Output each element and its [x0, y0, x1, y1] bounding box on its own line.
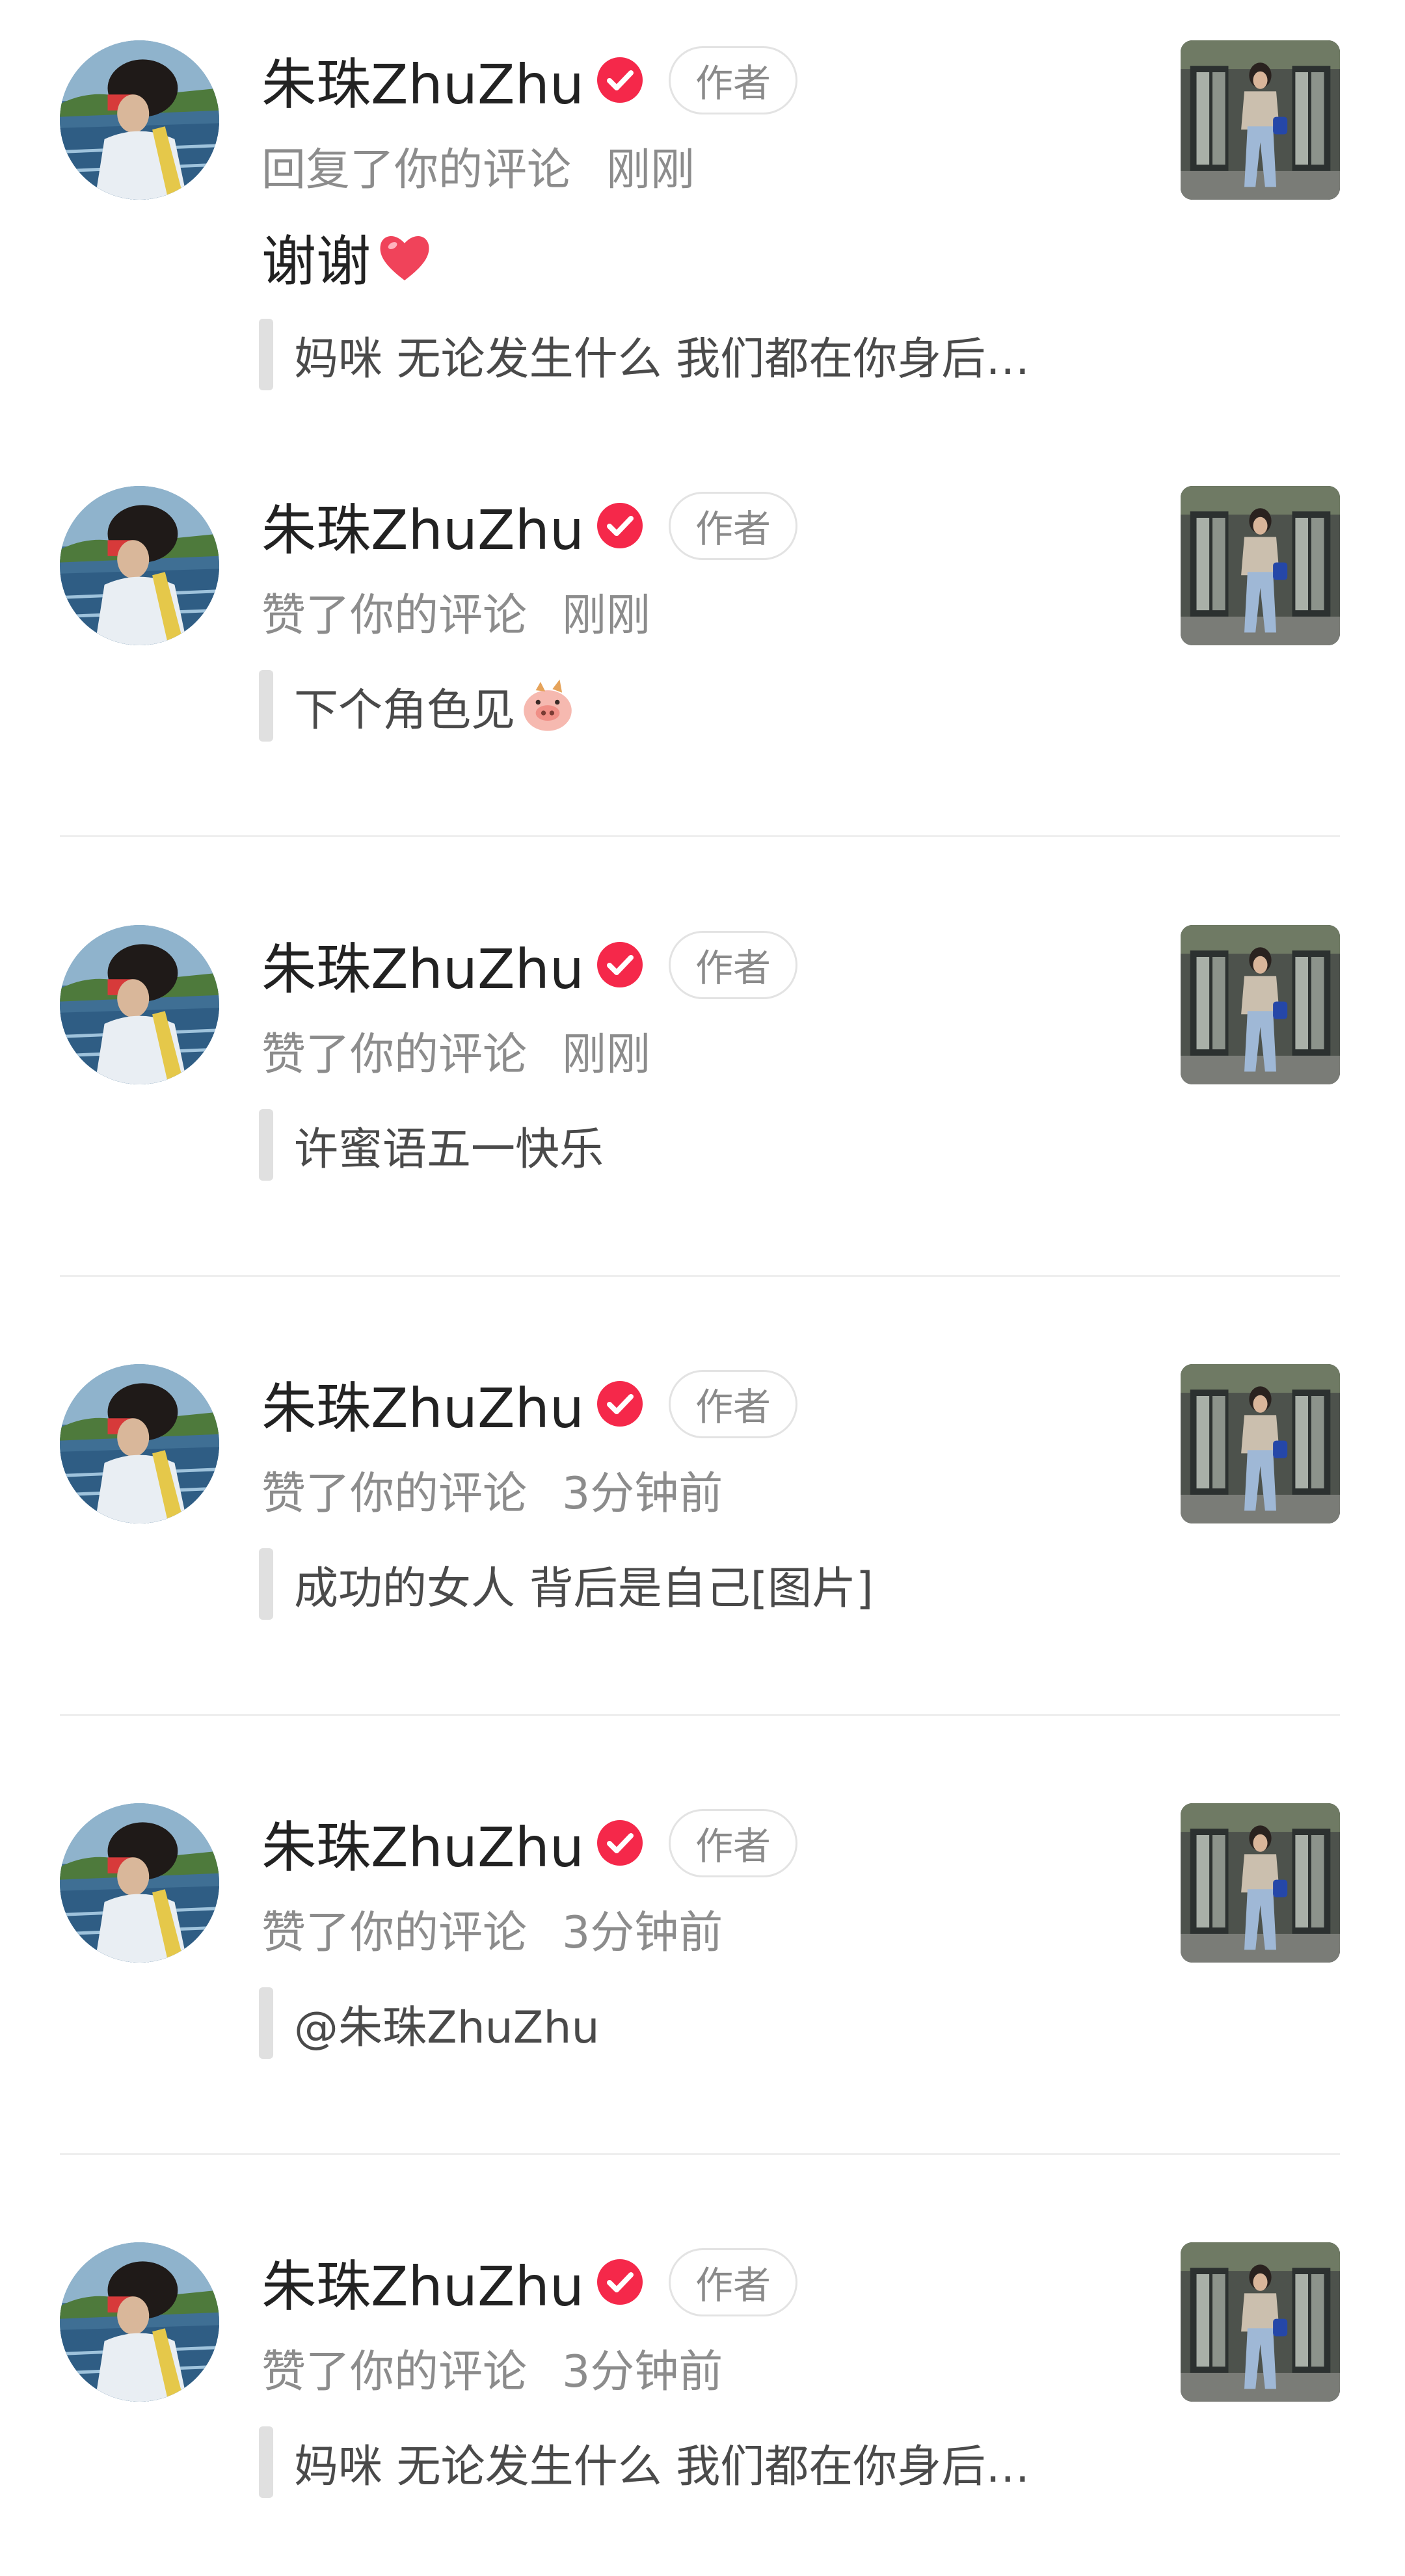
action-text: 赞了你的评论 [261, 2346, 528, 2398]
avatar[interactable] [60, 925, 219, 1084]
avatar[interactable] [60, 1364, 219, 1523]
post-thumbnail[interactable] [1181, 1803, 1340, 1963]
username[interactable]: 朱珠ZhuZhu [261, 1365, 584, 1443]
quote-bar [259, 1109, 273, 1181]
action-line: 赞了你的评论 3分钟前 [261, 1896, 723, 1961]
avatar[interactable] [60, 486, 219, 645]
action-text: 赞了你的评论 [261, 590, 528, 641]
verified-badge-icon [596, 2258, 644, 2306]
author-tag: 作者 [669, 491, 798, 560]
verified-badge-icon [596, 1819, 644, 1867]
timestamp: 3分钟前 [562, 2346, 723, 2398]
divider [60, 835, 1340, 837]
notification-item[interactable]: 朱珠ZhuZhu 作者 回复了你的评论 刚刚 谢谢 妈咪 无论发生什么 我们都在你… [0, 0, 1405, 429]
post-thumbnail[interactable] [1181, 40, 1340, 200]
quoted-comment[interactable]: 妈咪 无论发生什么 我们都在你身后… [259, 319, 1030, 390]
author-tag: 作者 [669, 930, 798, 999]
username[interactable]: 朱珠ZhuZhu [261, 926, 584, 1004]
username[interactable]: 朱珠ZhuZhu [261, 2243, 584, 2322]
notification-item[interactable]: 朱珠ZhuZhu 作者 赞了你的评论 3分钟前 成功的女人 背后是自己[图片] [0, 1324, 1405, 1753]
post-thumbnail[interactable] [1181, 486, 1340, 645]
username[interactable]: 朱珠ZhuZhu [261, 487, 584, 565]
action-line: 赞了你的评论 刚刚 [261, 579, 650, 643]
quoted-comment[interactable]: 许蜜语五一快乐 [259, 1109, 604, 1181]
action-line: 赞了你的评论 3分钟前 [261, 2335, 723, 2400]
quote-bar [259, 2426, 273, 2498]
notification-header: 朱珠ZhuZhu 作者 [261, 922, 798, 1007]
timestamp: 刚刚 [606, 144, 695, 196]
action-line: 回复了你的评论 刚刚 [261, 133, 695, 198]
timestamp: 刚刚 [562, 1029, 651, 1080]
action-line: 赞了你的评论 3分钟前 [261, 1457, 723, 1522]
avatar[interactable] [60, 1803, 219, 1963]
quote-bar [259, 1987, 273, 2059]
author-tag: 作者 [669, 2247, 798, 2316]
notification-item[interactable]: 朱珠ZhuZhu 作者 赞了你的评论 刚刚 许蜜语五一快乐 [0, 885, 1405, 1314]
divider [60, 2153, 1340, 2155]
notification-item[interactable]: 朱珠ZhuZhu 作者 赞了你的评论 3分钟前 妈咪 无论发生什么 我们都在你身后… [0, 2202, 1405, 2576]
quoted-comment[interactable]: 成功的女人 背后是自己[图片] [259, 1548, 874, 1620]
timestamp: 3分钟前 [562, 1468, 723, 1520]
notification-header: 朱珠ZhuZhu 作者 [261, 2240, 798, 2324]
action-text: 赞了你的评论 [261, 1029, 528, 1080]
post-thumbnail[interactable] [1181, 925, 1340, 1084]
notification-header: 朱珠ZhuZhu 作者 [261, 38, 798, 122]
divider [60, 1714, 1340, 1716]
action-text: 赞了你的评论 [261, 1907, 528, 1959]
notification-item[interactable]: 朱珠ZhuZhu 作者 赞了你的评论 刚刚 下个角色见 [0, 446, 1405, 875]
quote-text: 妈咪 无论发生什么 我们都在你身后… [294, 333, 1030, 385]
red-heart-icon [375, 228, 435, 288]
reply-text: 谢谢 [261, 230, 371, 293]
timestamp: 3分钟前 [562, 1907, 723, 1959]
notification-item[interactable]: 朱珠ZhuZhu 作者 赞了你的评论 3分钟前 @朱珠ZhuZhu [0, 1763, 1405, 2192]
quote-text-wrap: 下个角色见 [294, 674, 578, 738]
verified-badge-icon [596, 56, 644, 104]
avatar[interactable] [60, 2242, 219, 2402]
action-line: 赞了你的评论 刚刚 [261, 1018, 650, 1082]
quoted-comment[interactable]: @朱珠ZhuZhu [259, 1987, 600, 2059]
notification-feed[interactable]: 朱珠ZhuZhu 作者 回复了你的评论 刚刚 谢谢 妈咪 无论发生什么 我们都在你… [0, 0, 1405, 2576]
author-tag: 作者 [669, 1369, 798, 1438]
notification-page: 朱珠ZhuZhu 作者 回复了你的评论 刚刚 谢谢 妈咪 无论发生什么 我们都在你… [0, 0, 1405, 2576]
timestamp: 刚刚 [562, 590, 651, 641]
action-text: 赞了你的评论 [261, 1468, 528, 1520]
reply-content: 谢谢 [261, 218, 435, 297]
verified-badge-icon [596, 941, 644, 989]
author-tag: 作者 [669, 46, 798, 114]
quote-text: 许蜜语五一快乐 [294, 1123, 604, 1175]
quote-text: 成功的女人 背后是自己[图片] [294, 1563, 874, 1615]
divider [60, 1275, 1340, 1277]
post-thumbnail[interactable] [1181, 2242, 1340, 2402]
quote-bar [259, 1548, 273, 1620]
action-text: 回复了你的评论 [261, 144, 572, 196]
notification-header: 朱珠ZhuZhu 作者 [261, 1362, 798, 1446]
verified-badge-icon [596, 502, 644, 550]
author-tag: 作者 [669, 1808, 798, 1877]
pig-sticker-icon [518, 676, 578, 736]
avatar[interactable] [60, 40, 219, 200]
quote-bar [259, 319, 273, 390]
notification-header: 朱珠ZhuZhu 作者 [261, 483, 798, 568]
quote-bar [259, 670, 273, 742]
post-thumbnail[interactable] [1181, 1364, 1340, 1523]
username[interactable]: 朱珠ZhuZhu [261, 41, 584, 120]
quote-text: @朱珠ZhuZhu [294, 2002, 600, 2054]
quoted-comment[interactable]: 妈咪 无论发生什么 我们都在你身后… [259, 2426, 1030, 2498]
quote-text: 妈咪 无论发生什么 我们都在你身后… [294, 2441, 1030, 2493]
verified-badge-icon [596, 1380, 644, 1428]
quoted-comment[interactable]: 下个角色见 [259, 670, 578, 742]
notification-header: 朱珠ZhuZhu 作者 [261, 1801, 798, 1885]
quote-text: 下个角色见 [294, 684, 516, 736]
username[interactable]: 朱珠ZhuZhu [261, 1804, 584, 1883]
